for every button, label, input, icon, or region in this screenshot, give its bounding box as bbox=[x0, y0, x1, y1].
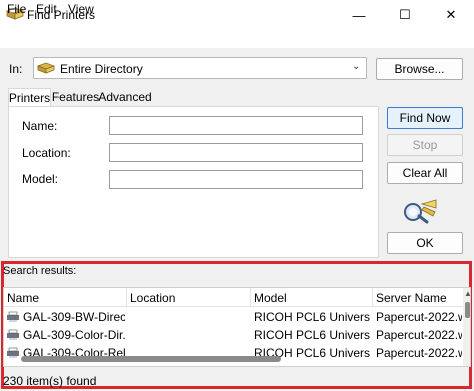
printer-icon bbox=[6, 329, 20, 341]
search-results-label: Search results: bbox=[3, 265, 77, 277]
results-header: Name Location Model Server Name bbox=[4, 288, 464, 307]
find-now-button[interactable]: Find Now bbox=[387, 107, 463, 129]
column-header-server-name[interactable]: Server Name bbox=[376, 291, 447, 305]
directory-icon bbox=[36, 61, 56, 75]
column-divider[interactable] bbox=[126, 288, 127, 307]
table-row[interactable]: GAL-309-BW-Direct RICOH PCL6 Universal..… bbox=[4, 308, 464, 325]
horizontal-scrollbar[interactable] bbox=[21, 356, 281, 362]
column-divider[interactable] bbox=[372, 288, 373, 307]
tab-features[interactable]: Features bbox=[52, 88, 99, 106]
browse-button[interactable]: Browse... bbox=[376, 58, 463, 80]
printer-icon bbox=[6, 347, 20, 359]
results-table[interactable]: Name Location Model Server Name GAL-309-… bbox=[3, 287, 471, 367]
model-field[interactable] bbox=[109, 170, 363, 189]
column-header-model[interactable]: Model bbox=[254, 291, 287, 305]
cell-server: Papercut-2022.w bbox=[376, 328, 462, 342]
cell-server: Papercut-2022.w bbox=[376, 346, 462, 360]
in-label: In: bbox=[9, 62, 23, 76]
cell-server: Papercut-2022.w bbox=[376, 310, 462, 324]
stop-button[interactable]: Stop bbox=[387, 134, 463, 156]
table-row[interactable]: GAL-309-Color-Dir... RICOH PCL6 Universa… bbox=[4, 326, 464, 343]
search-flashlight-icon bbox=[402, 198, 438, 226]
cell-name: GAL-309-BW-Direct bbox=[23, 310, 125, 324]
menu-bar bbox=[0, 30, 474, 48]
location-label: Location: bbox=[22, 146, 71, 160]
ok-button[interactable]: OK bbox=[387, 232, 463, 254]
menu-edit[interactable]: Edit bbox=[36, 2, 57, 16]
clear-all-button[interactable]: Clear All bbox=[387, 162, 463, 184]
directory-select-value: Entire Directory bbox=[60, 62, 143, 76]
scroll-up-arrow-icon[interactable]: ▲ bbox=[464, 289, 470, 298]
tab-printers[interactable]: Printers bbox=[8, 88, 51, 106]
name-label: Name: bbox=[22, 119, 58, 133]
tab-advanced[interactable]: Advanced bbox=[98, 88, 151, 106]
close-button[interactable]: ✕ bbox=[428, 0, 474, 30]
chevron-down-icon: ⌄ bbox=[352, 61, 361, 72]
results-count-status: 230 item(s) found bbox=[3, 374, 97, 388]
menu-file[interactable]: File bbox=[7, 2, 26, 16]
minimize-button[interactable]: — bbox=[336, 0, 382, 30]
cell-model: RICOH PCL6 Universal... bbox=[254, 328, 370, 342]
menu-view[interactable]: View bbox=[68, 2, 94, 16]
column-divider[interactable] bbox=[250, 288, 251, 307]
model-label: Model: bbox=[22, 172, 59, 186]
column-header-name[interactable]: Name bbox=[7, 291, 39, 305]
name-field[interactable] bbox=[109, 116, 363, 135]
vertical-scrollbar[interactable]: ▲ bbox=[463, 288, 470, 366]
column-header-location[interactable]: Location bbox=[130, 291, 175, 305]
printer-icon bbox=[6, 311, 20, 323]
location-field[interactable] bbox=[109, 143, 363, 162]
cell-name: GAL-309-Color-Dir... bbox=[23, 328, 125, 342]
vertical-scrollbar-thumb[interactable] bbox=[465, 302, 470, 318]
maximize-button[interactable]: ☐ bbox=[382, 0, 428, 30]
cell-model: RICOH PCL6 Universal... bbox=[254, 310, 370, 324]
directory-select[interactable]: Entire Directory ⌄ bbox=[33, 57, 367, 79]
